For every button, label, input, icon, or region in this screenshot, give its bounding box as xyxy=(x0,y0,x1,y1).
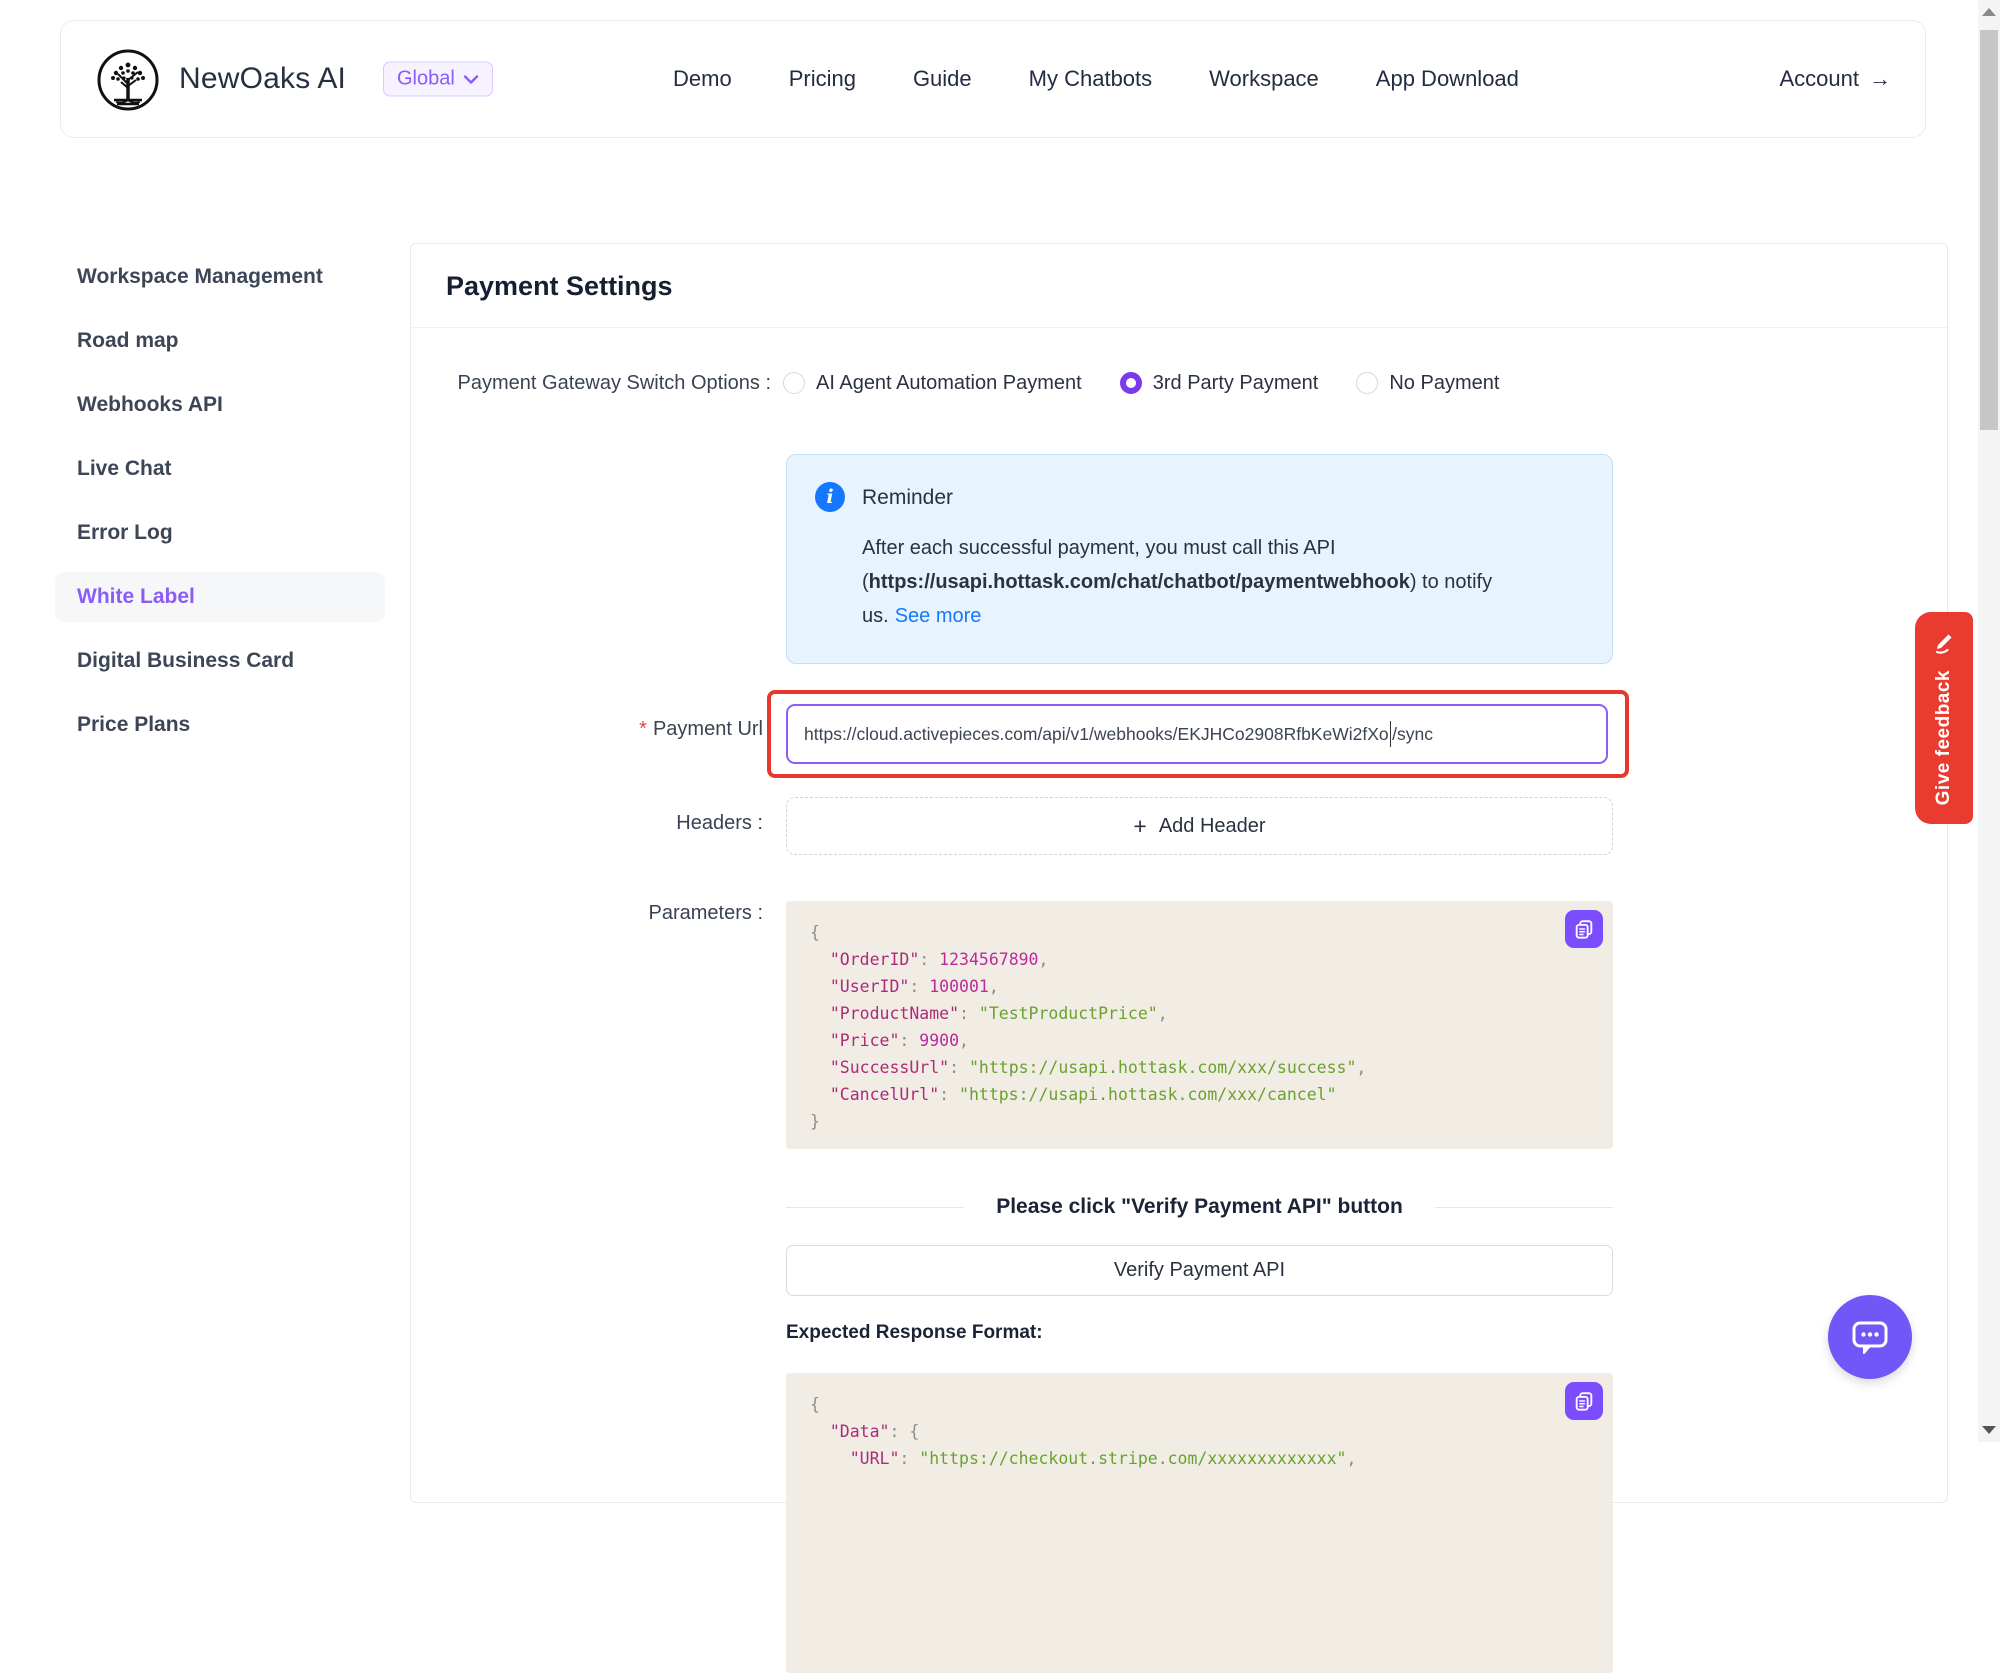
copy-icon[interactable] xyxy=(1565,910,1603,948)
account-button[interactable]: Account → xyxy=(1780,66,1892,92)
sidebar-item-price-plans[interactable]: Price Plans xyxy=(55,700,385,750)
radio-ai-agent-automation-payment[interactable]: AI Agent Automation Payment xyxy=(783,372,1082,395)
region-selector[interactable]: Global xyxy=(383,62,493,97)
add-header-button[interactable]: + Add Header xyxy=(786,797,1613,855)
parameters-code-block: { "OrderID": 1234567890, "UserID": 10000… xyxy=(786,901,1613,1149)
nav-guide[interactable]: Guide xyxy=(913,66,972,92)
parameters-json: { "OrderID": 1234567890, "UserID": 10000… xyxy=(810,919,1589,1135)
radio-3rd-party-payment[interactable]: 3rd Party Payment xyxy=(1120,372,1319,395)
reminder-api-url: https://usapi.hottask.com/chat/chatbot/p… xyxy=(869,571,1410,593)
verify-hint-text: Please click "Verify Payment API" button xyxy=(964,1195,1435,1219)
reminder-body: After each successful payment, you must … xyxy=(862,531,1562,633)
sidebar-item-live-chat[interactable]: Live Chat xyxy=(55,444,385,494)
sidebar-item-webhooks-api[interactable]: Webhooks API xyxy=(55,380,385,430)
nav-pricing[interactable]: Pricing xyxy=(789,66,856,92)
gateway-switch-row: Payment Gateway Switch Options : AI Agen… xyxy=(411,362,1947,404)
sidebar-item-digital-business-card[interactable]: Digital Business Card xyxy=(55,636,385,686)
expected-response-code-block: { "Data": { "URL": "https://checkout.str… xyxy=(786,1373,1613,1673)
payment-settings-panel: Payment Settings Payment Gateway Switch … xyxy=(410,243,1948,1503)
chevron-down-icon xyxy=(463,74,479,84)
verify-divider: Please click "Verify Payment API" button xyxy=(786,1192,1613,1222)
nav-app-download[interactable]: App Download xyxy=(1376,66,1519,92)
payment-url-value-after-caret: /sync xyxy=(1392,724,1433,745)
brand-logo-icon xyxy=(96,48,160,112)
see-more-link[interactable]: See more xyxy=(895,605,982,627)
headers-label: Headers : xyxy=(411,812,763,835)
info-icon: i xyxy=(815,482,845,512)
sidebar-item-workspace-management[interactable]: Workspace Management xyxy=(55,252,385,302)
radio-circle-icon xyxy=(1120,372,1142,394)
required-asterisk: * xyxy=(639,718,647,740)
live-chat-button[interactable] xyxy=(1828,1295,1912,1379)
payment-url-input[interactable]: https://cloud.activepieces.com/api/v1/we… xyxy=(786,704,1608,764)
give-feedback-label: Give feedback xyxy=(1933,670,1955,805)
verify-payment-api-button[interactable]: Verify Payment API xyxy=(786,1245,1613,1296)
parameters-label: Parameters : xyxy=(411,902,763,925)
page-title: Payment Settings xyxy=(446,271,1912,302)
nav-my-chatbots[interactable]: My Chatbots xyxy=(1029,66,1153,92)
arrow-right-icon: → xyxy=(1869,66,1891,92)
pencil-icon xyxy=(1930,628,1958,656)
radio-circle-icon xyxy=(1356,372,1378,394)
give-feedback-tab[interactable]: Give feedback xyxy=(1915,612,1973,824)
scroll-up-arrow-icon[interactable] xyxy=(1982,8,1996,16)
account-label: Account xyxy=(1780,66,1860,92)
nav-workspace[interactable]: Workspace xyxy=(1209,66,1319,92)
brand-name: NewOaks AI xyxy=(179,62,346,96)
sidebar: Workspace Management Road map Webhooks A… xyxy=(55,252,385,764)
reminder-alert: i Reminder After each successful payment… xyxy=(786,454,1613,664)
expected-response-label: Expected Response Format: xyxy=(786,1322,1043,1344)
sidebar-item-white-label[interactable]: White Label xyxy=(55,572,385,622)
gateway-switch-label: Payment Gateway Switch Options : xyxy=(411,372,771,395)
page-scrollbar[interactable] xyxy=(1978,0,2000,1442)
sidebar-item-error-log[interactable]: Error Log xyxy=(55,508,385,558)
expected-response-json: { "Data": { "URL": "https://checkout.str… xyxy=(810,1391,1589,1472)
chat-bubble-icon xyxy=(1847,1314,1893,1360)
scroll-down-arrow-icon[interactable] xyxy=(1982,1426,1996,1434)
nav-demo[interactable]: Demo xyxy=(673,66,732,92)
main-nav: Demo Pricing Guide My Chatbots Workspace… xyxy=(673,21,1519,137)
top-navbar: NewOaks AI Global Demo Pricing Guide My … xyxy=(60,20,1926,138)
divider-line xyxy=(786,1207,964,1208)
copy-icon[interactable] xyxy=(1565,1382,1603,1420)
radio-no-payment[interactable]: No Payment xyxy=(1356,372,1499,395)
payment-url-value-before-caret: https://cloud.activepieces.com/api/v1/we… xyxy=(804,724,1389,745)
radio-circle-icon xyxy=(783,372,805,394)
divider-line xyxy=(1435,1207,1613,1208)
gateway-radio-group: AI Agent Automation Payment 3rd Party Pa… xyxy=(783,372,1537,395)
sidebar-item-road-map[interactable]: Road map xyxy=(55,316,385,366)
panel-header: Payment Settings xyxy=(411,244,1947,328)
region-selector-label: Global xyxy=(397,68,455,91)
payment-url-label: *Payment Url xyxy=(411,718,763,741)
scrollbar-thumb[interactable] xyxy=(1980,30,1998,430)
text-caret xyxy=(1390,721,1392,747)
reminder-title: Reminder xyxy=(862,486,953,510)
plus-icon: + xyxy=(1133,815,1146,838)
